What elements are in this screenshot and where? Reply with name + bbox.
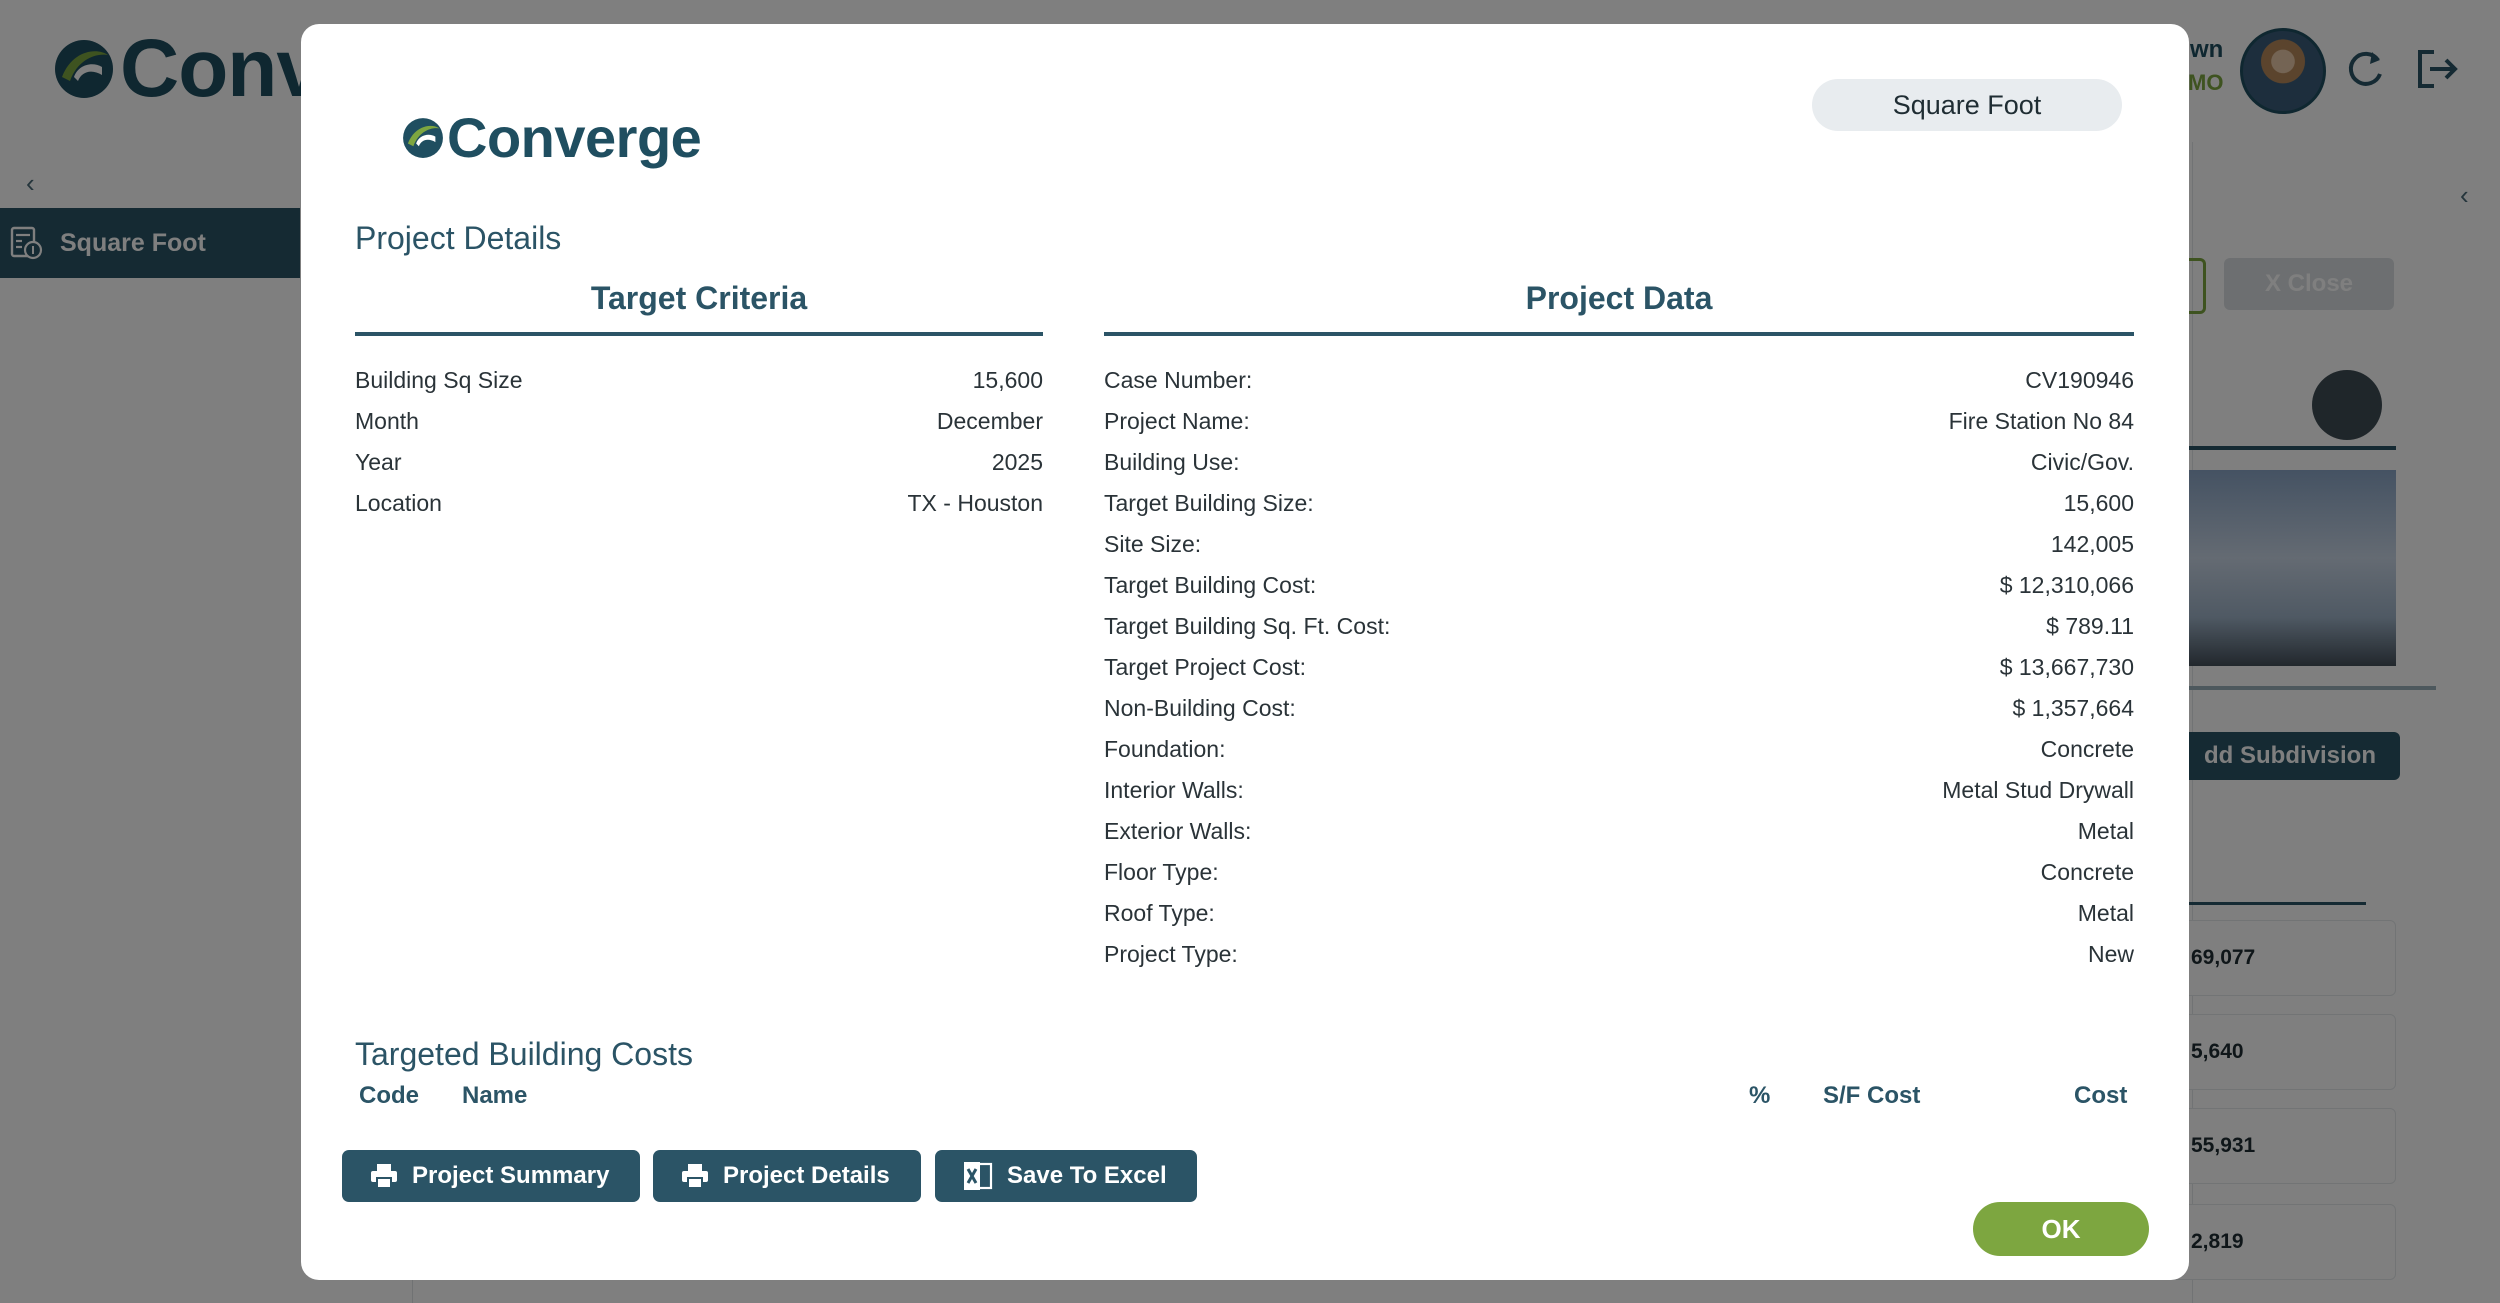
criteria-row: Building Sq Size 15,600: [355, 360, 1043, 401]
project-data-row: Roof Type: Metal: [1104, 893, 2134, 934]
project-data-row: Project Type: New: [1104, 934, 2134, 975]
row-label: Building Use:: [1104, 449, 1240, 475]
row-label: Month: [355, 408, 419, 434]
button-label: Save To Excel: [1007, 1162, 1167, 1189]
project-data-row: Interior Walls: Metal Stud Drywall: [1104, 770, 2134, 811]
row-label: Target Project Cost:: [1104, 654, 1306, 680]
row-label: Building Sq Size: [355, 367, 523, 393]
modal-logo: Converge: [401, 106, 702, 169]
estimate-type-badge: Square Foot: [1812, 79, 2122, 131]
project-data-row: Floor Type: Concrete: [1104, 852, 2134, 893]
column-header-percent[interactable]: %: [1749, 1082, 1770, 1110]
row-label: Case Number:: [1104, 367, 1253, 393]
row-value: December: [936, 408, 1043, 434]
target-criteria-heading: Target Criteria: [355, 276, 1043, 336]
row-value: $ 13,667,730: [1999, 654, 2134, 680]
row-label: Target Building Sq. Ft. Cost:: [1104, 613, 1391, 639]
row-value: 15,600: [972, 367, 1043, 393]
row-value: Metal Stud Drywall: [1942, 777, 2134, 803]
row-label: Roof Type:: [1104, 900, 1215, 926]
row-label: Project Type:: [1104, 941, 1238, 967]
criteria-row: Location TX - Houston: [355, 483, 1043, 524]
button-label: Project Summary: [412, 1162, 610, 1189]
project-summary-button[interactable]: Project Summary: [342, 1150, 640, 1202]
row-label: Project Name:: [1104, 408, 1250, 434]
project-data-row: Non-Building Cost: $ 1,357,664: [1104, 688, 2134, 729]
row-value: 15,600: [2063, 490, 2134, 516]
column-header-code[interactable]: Code: [359, 1082, 419, 1110]
row-label: Location: [355, 490, 442, 516]
row-value: $ 1,357,664: [2012, 695, 2134, 721]
project-data-row: Exterior Walls: Metal: [1104, 811, 2134, 852]
row-value: Concrete: [2040, 859, 2134, 885]
row-label: Site Size:: [1104, 531, 1202, 557]
project-data-row: Case Number: CV190946: [1104, 360, 2134, 401]
converge-logo-icon: [403, 118, 443, 158]
ok-button[interactable]: OK: [1973, 1202, 2149, 1256]
row-value: Concrete: [2040, 736, 2134, 762]
row-value: $ 12,310,066: [1999, 572, 2134, 598]
row-value: New: [2087, 941, 2134, 967]
criteria-row: Year 2025: [355, 442, 1043, 483]
button-label: Project Details: [723, 1162, 890, 1189]
row-label: Non-Building Cost:: [1104, 695, 1296, 721]
row-value: TX - Houston: [907, 490, 1044, 516]
project-data-row: Project Name: Fire Station No 84: [1104, 401, 2134, 442]
row-value: 142,005: [2050, 531, 2134, 557]
project-data-heading: Project Data: [1104, 276, 2134, 336]
column-header-sf-cost[interactable]: S/F Cost: [1823, 1082, 1920, 1110]
printer-icon: [682, 1164, 708, 1189]
row-label: Year: [355, 449, 402, 475]
project-data-row: Building Use: Civic/Gov.: [1104, 442, 2134, 483]
project-details-modal: Converge Square Foot Project Details Tar…: [301, 24, 2189, 1280]
project-data-row: Target Project Cost: $ 13,667,730: [1104, 647, 2134, 688]
project-data-row: Site Size: 142,005: [1104, 524, 2134, 565]
project-data-row: Target Building Size: 15,600: [1104, 483, 2134, 524]
printer-icon: [371, 1164, 397, 1189]
row-value: Fire Station No 84: [1948, 408, 2134, 434]
row-value: 2025: [991, 449, 1043, 475]
section-title: Project Details: [355, 220, 562, 256]
row-label: Target Building Cost:: [1104, 572, 1317, 598]
excel-icon: [964, 1162, 993, 1190]
row-label: Floor Type:: [1104, 859, 1219, 885]
project-data-row: Target Building Cost: $ 12,310,066: [1104, 565, 2134, 606]
save-to-excel-button[interactable]: Save To Excel: [935, 1150, 1197, 1202]
brand-text: Converge: [447, 106, 702, 169]
row-value: $ 789.11: [2046, 613, 2134, 639]
row-label: Exterior Walls:: [1104, 818, 1252, 844]
project-details-button[interactable]: Project Details: [653, 1150, 921, 1202]
column-header-cost[interactable]: Cost: [2074, 1082, 2127, 1110]
row-label: Target Building Size:: [1104, 490, 1314, 516]
costs-title: Targeted Building Costs: [355, 1036, 693, 1072]
row-label: Interior Walls:: [1104, 777, 1244, 803]
row-value: Civic/Gov.: [2030, 449, 2134, 475]
column-header-name[interactable]: Name: [462, 1082, 527, 1110]
row-value: Metal: [2077, 818, 2134, 844]
project-data-row: Foundation: Concrete: [1104, 729, 2134, 770]
row-value: Metal: [2077, 900, 2134, 926]
row-value: CV190946: [2025, 367, 2134, 393]
criteria-row: Month December: [355, 401, 1043, 442]
project-data-row: Target Building Sq. Ft. Cost: $ 789.11: [1104, 606, 2134, 647]
row-label: Foundation:: [1104, 736, 1226, 762]
